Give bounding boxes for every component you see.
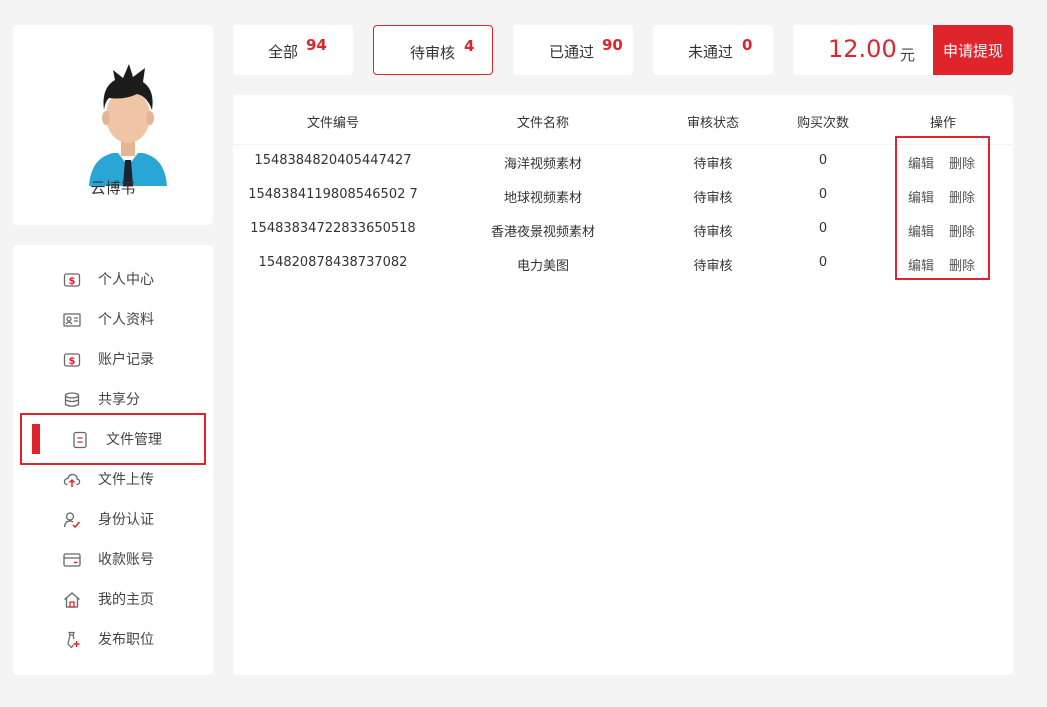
file-name: 海洋视频素材: [503, 157, 582, 172]
actions-highlight-box: [895, 136, 990, 280]
column-header-actions: 操作: [929, 116, 956, 131]
tab-count: 0: [742, 36, 753, 54]
file-name: 香港夜景视频素材: [490, 225, 595, 240]
svg-text:$: $: [69, 356, 76, 367]
purchase-count: 0: [818, 255, 828, 270]
sidebar-item-shared-points[interactable]: 共享分: [13, 380, 213, 420]
review-status: 待审核: [693, 225, 733, 240]
sidebar-item-label: 共享分: [98, 392, 140, 408]
sidebar-item-label: 发布职位: [98, 632, 154, 648]
sidebar-item-account-records[interactable]: $ 账户记录: [13, 340, 213, 380]
user-check-icon: [63, 512, 81, 529]
sidebar-item-label: 收款账号: [98, 552, 154, 568]
review-status: 待审核: [693, 157, 733, 172]
balance-amount: 12.00: [828, 35, 897, 63]
tab-label: 未通过: [688, 43, 734, 61]
balance-unit: 元: [900, 46, 916, 64]
sidebar-item-my-homepage[interactable]: 我的主页: [13, 580, 213, 620]
tie-add-icon: [67, 631, 80, 649]
sidebar-item-personal-center[interactable]: $ 个人中心: [13, 260, 213, 300]
tab-count: 94: [306, 36, 327, 54]
file-table: 文件编号 文件名称 审核状态 购买次数 操作 15483848204054474…: [233, 95, 1013, 675]
file-name: 电力美图: [516, 259, 569, 274]
sidebar-item-label: 文件上传: [98, 472, 154, 488]
sidebar-item-file-upload[interactable]: 文件上传: [13, 460, 213, 500]
home-icon: [64, 592, 80, 608]
file-id: 1548384119808546502 7: [248, 187, 418, 202]
sidebar-item-label: 文件管理: [106, 432, 162, 448]
sidebar-item-label: 个人中心: [98, 272, 154, 288]
sidebar-item-post-job[interactable]: 发布职位: [13, 620, 213, 660]
purchase-count: 0: [818, 221, 828, 236]
sidebar-item-label: 身份认证: [98, 512, 154, 528]
column-header-purchases: 购买次数: [796, 116, 849, 131]
tab-passed[interactable]: 已通过 90: [513, 25, 633, 75]
dollar-card-icon: $: [63, 353, 81, 367]
balance-box: 12.00 元 申请提现: [793, 25, 1013, 75]
tab-all[interactable]: 全部 94: [233, 25, 353, 75]
sidebar-menu: $ 个人中心 个人资料 $ 账户记录 共享分 文件管理 文件上传 身份认证 收款…: [13, 245, 213, 675]
tab-pending[interactable]: 待审核 4: [373, 25, 493, 75]
tab-label: 待审核: [410, 44, 456, 62]
profile-card: 云博韦: [13, 25, 213, 225]
sidebar-item-label: 账户记录: [98, 352, 154, 368]
document-icon: [73, 431, 87, 449]
purchase-count: 0: [818, 187, 828, 202]
review-status: 待审核: [693, 259, 733, 274]
tab-count: 4: [464, 37, 475, 55]
file-id: 1548384820405447427: [254, 153, 412, 168]
column-header-file-id: 文件编号: [306, 116, 359, 131]
username: 云博韦: [90, 179, 136, 197]
dollar-card-icon: $: [63, 273, 81, 287]
id-card-icon: [63, 313, 81, 327]
credit-card-icon: [63, 553, 81, 567]
sidebar-item-label: 我的主页: [98, 592, 154, 608]
tab-label: 全部: [268, 43, 299, 61]
tab-count: 90: [602, 36, 623, 54]
withdraw-button[interactable]: 申请提现: [933, 25, 1013, 75]
sidebar-item-identity-verification[interactable]: 身份认证: [13, 500, 213, 540]
cloud-upload-icon: [63, 473, 81, 487]
avatar: [89, 64, 167, 186]
column-header-file-name: 文件名称: [516, 116, 569, 131]
svg-text:$: $: [69, 276, 76, 287]
sidebar-item-label: 个人资料: [98, 312, 154, 328]
file-name: 地球视频素材: [503, 191, 582, 206]
sidebar-item-profile[interactable]: 个人资料: [13, 300, 213, 340]
sidebar-item-file-management[interactable]: 文件管理: [13, 420, 213, 460]
review-status: 待审核: [693, 191, 733, 206]
tab-label: 已通过: [549, 43, 595, 61]
coins-stack-icon: [64, 392, 80, 407]
file-id: 15483834722833650518: [250, 221, 416, 236]
sidebar-item-payment-account[interactable]: 收款账号: [13, 540, 213, 580]
column-header-status: 审核状态: [686, 116, 739, 131]
tab-failed[interactable]: 未通过 0: [653, 25, 773, 75]
purchase-count: 0: [818, 153, 828, 168]
file-id: 154820878438737082: [258, 255, 408, 270]
